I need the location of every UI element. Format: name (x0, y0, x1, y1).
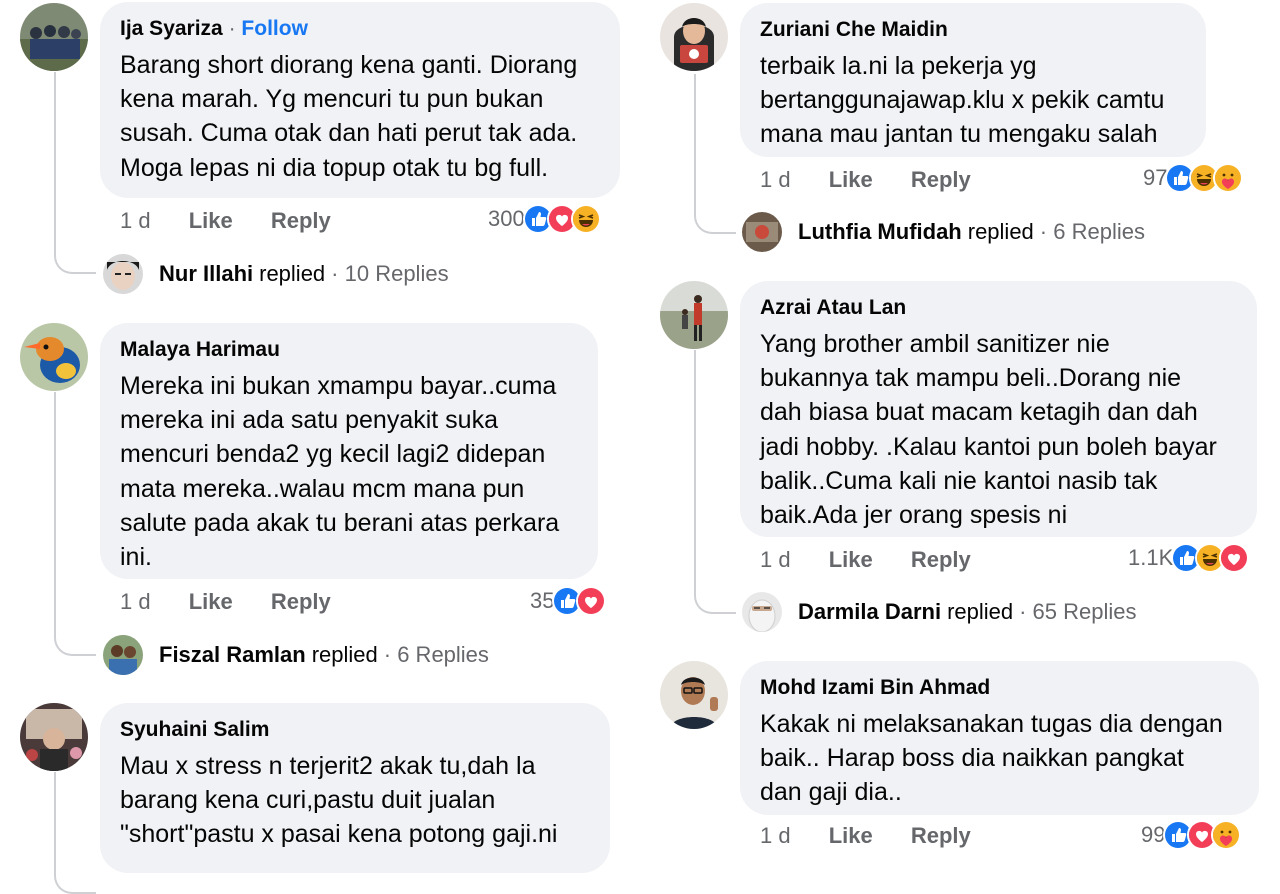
replied-word: replied (259, 261, 326, 286)
reaction-count: 35 (530, 588, 555, 613)
comment-actions: 1 d Like Reply (760, 823, 971, 849)
care-icon (1211, 820, 1242, 850)
comment-text: Yang brother ambil sanitizer nie bukanny… (760, 330, 1217, 530)
comment-author[interactable]: Ija Syariza (120, 17, 223, 40)
replies-count[interactable]: · 65 Replies (1019, 599, 1136, 625)
avatar[interactable] (660, 661, 728, 729)
comment-bubble: Malaya Harimau Mereka ini bukan xmampu b… (100, 323, 598, 579)
replier-name[interactable]: Luthfia Mufidah (798, 219, 962, 245)
love-icon (576, 586, 607, 616)
reply-avatar (742, 592, 782, 632)
comment-actions: 1 d Like Reply (120, 208, 331, 234)
comment-text: Barang short diorang kena ganti. Diorang… (120, 51, 578, 182)
avatar[interactable] (660, 281, 728, 349)
comment-text: terbaik la.ni la pekerja yg bertanggunaj… (760, 52, 1165, 149)
comment-author[interactable]: Mohd Izami Bin Ahmad (760, 676, 990, 699)
reply-avatar (103, 254, 143, 294)
reaction-summary[interactable]: 1.1K (1128, 543, 1250, 573)
replies-link[interactable]: Luthfia Mufidah replied · 6 Replies (742, 212, 1145, 252)
thread-line (54, 772, 96, 894)
reaction-count: 97 (1143, 165, 1168, 190)
comment-actions: 1 d Like Reply (760, 167, 971, 193)
reply-button[interactable]: Reply (271, 208, 331, 234)
avatar[interactable] (20, 3, 88, 71)
like-button[interactable]: Like (189, 208, 233, 234)
comment-actions: 1 d Like Reply (760, 547, 971, 573)
follow-button[interactable]: Follow (241, 17, 308, 40)
replies-count[interactable]: · 6 Replies (1040, 219, 1145, 245)
reply-button[interactable]: Reply (911, 547, 971, 573)
comment-timestamp[interactable]: 1 d (760, 167, 791, 193)
reply-avatar (103, 635, 143, 675)
comment-bubble: Ija Syariza · Follow Barang short dioran… (100, 2, 620, 198)
reaction-count: 99 (1141, 822, 1166, 847)
replier-name[interactable]: Fiszal Ramlan (159, 642, 306, 668)
replies-count[interactable]: · 10 Replies (331, 261, 448, 287)
replies-count[interactable]: · 6 Replies (384, 642, 489, 668)
replies-link[interactable]: Darmila Darni replied · 65 Replies (742, 592, 1137, 632)
reaction-count: 300 (488, 206, 525, 231)
comment-timestamp[interactable]: 1 d (120, 589, 151, 615)
replies-link[interactable]: Fiszal Ramlan replied · 6 Replies (103, 635, 489, 675)
reply-avatar (742, 212, 782, 252)
replied-word: replied (967, 219, 1034, 244)
comment-bubble: Zuriani Che Maidin terbaik la.ni la peke… (740, 3, 1206, 157)
reply-button[interactable]: Reply (911, 167, 971, 193)
comment-text: Mereka ini bukan xmampu bayar..cuma mere… (120, 372, 560, 572)
replier-name[interactable]: Nur Illahi (159, 261, 253, 287)
like-button[interactable]: Like (829, 167, 873, 193)
comment-timestamp[interactable]: 1 d (760, 823, 791, 849)
like-button[interactable]: Like (829, 823, 873, 849)
replied-word: replied (947, 599, 1014, 624)
thread-line (694, 350, 736, 614)
reaction-summary[interactable]: 99 (1141, 820, 1242, 850)
comment-author[interactable]: Azrai Atau Lan (760, 296, 906, 319)
comment-author[interactable]: Malaya Harimau (120, 338, 280, 361)
comment-timestamp[interactable]: 1 d (120, 208, 151, 234)
comment-timestamp[interactable]: 1 d (760, 547, 791, 573)
thread-line (54, 392, 96, 656)
love-icon (1219, 543, 1250, 573)
avatar[interactable] (660, 3, 728, 71)
comment-text: Kakak ni melaksanakan tugas dia dengan b… (760, 710, 1223, 807)
comment-bubble: Mohd Izami Bin Ahmad Kakak ni melaksanak… (740, 661, 1259, 815)
like-button[interactable]: Like (829, 547, 873, 573)
thread-line (54, 72, 96, 274)
comment-author[interactable]: Zuriani Che Maidin (760, 18, 948, 41)
replies-link[interactable]: Nur Illahi replied · 10 Replies (103, 254, 449, 294)
comment-author[interactable]: Syuhaini Salim (120, 718, 269, 741)
care-icon (1213, 163, 1244, 193)
reaction-summary[interactable]: 97 (1143, 163, 1244, 193)
separator: · (228, 17, 236, 40)
thread-line (694, 74, 736, 234)
comment-bubble: Syuhaini Salim Mau x stress n terjerit2 … (100, 703, 610, 873)
comment-bubble: Azrai Atau Lan Yang brother ambil saniti… (740, 281, 1257, 537)
like-button[interactable]: Like (189, 589, 233, 615)
avatar[interactable] (20, 703, 88, 771)
replied-word: replied (311, 642, 378, 667)
reaction-count: 1.1K (1128, 545, 1174, 570)
reply-button[interactable]: Reply (271, 589, 331, 615)
comment-actions: 1 d Like Reply (120, 589, 331, 615)
reaction-summary[interactable]: 300 (488, 204, 601, 234)
reply-button[interactable]: Reply (911, 823, 971, 849)
avatar[interactable] (20, 323, 88, 391)
reaction-summary[interactable]: 35 (530, 586, 607, 616)
haha-icon (570, 204, 601, 234)
comment-text: Mau x stress n terjerit2 akak tu,dah la … (120, 752, 558, 849)
replier-name[interactable]: Darmila Darni (798, 599, 941, 625)
